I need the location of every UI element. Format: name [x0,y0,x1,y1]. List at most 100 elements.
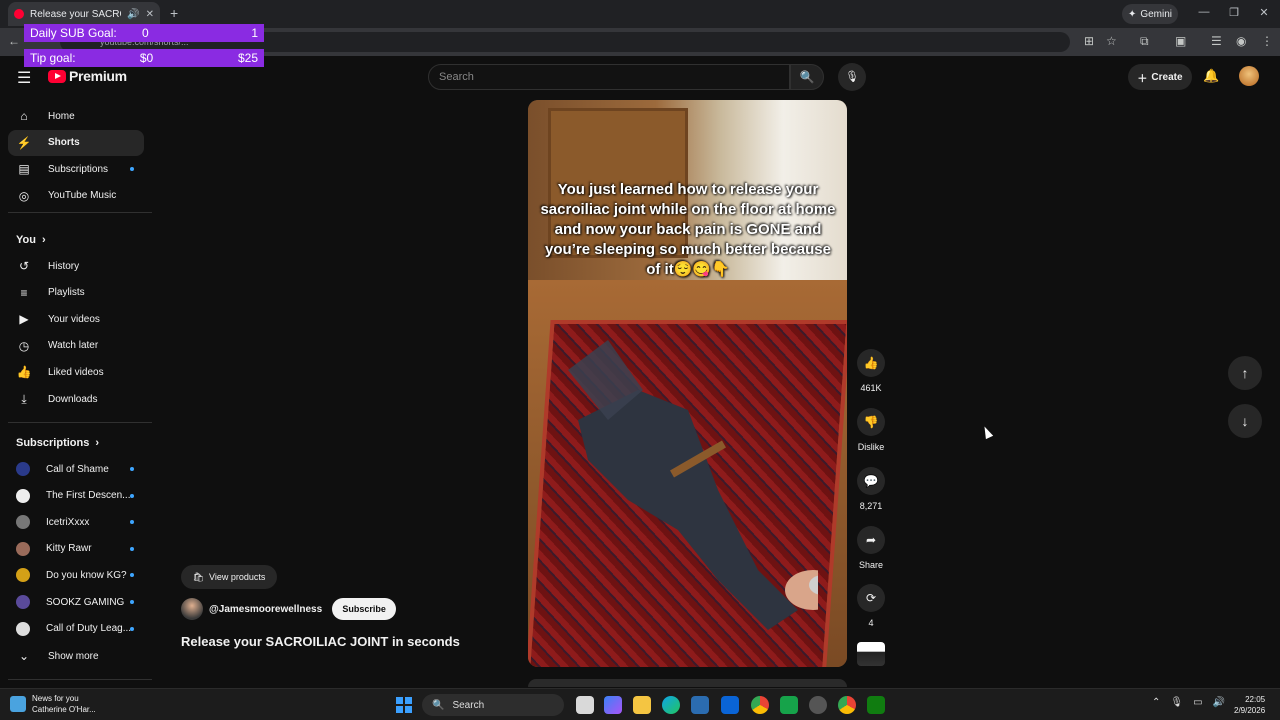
gemini-button[interactable]: ✦ Gemini [1122,4,1178,24]
you-section-header[interactable]: You › [16,234,46,246]
dislike-action[interactable]: 👎 Dislike [857,408,885,452]
sidebar-item-call-of-duty-leag[interactable]: Call of Duty Leag... [8,616,144,642]
sidebar-item-sookz-gaming[interactable]: SOOKZ GAMING [8,589,144,615]
previous-short-button[interactable]: ↑ [1228,356,1262,390]
new-content-dot [130,520,134,525]
short-title: Release your SACROILIAC JOINT in seconds [181,634,460,649]
sidebar: ⌂ Home ⚡ Shorts ▤ Subscriptions ◎ YouTube Music… [0,100,154,685]
chrome-icon-2[interactable] [838,696,856,714]
tab-close-icon[interactable]: ✕ [146,9,154,20]
watch-later-icon: ◷ [18,338,30,353]
voice-search-button[interactable]: 🎙 [838,63,866,91]
news-widget[interactable]: News for you Catherine O'Har... [10,693,96,715]
bookmark-star-icon[interactable]: ☆ [1106,34,1117,48]
comment-icon[interactable]: 💬 [857,467,885,495]
minimize-button[interactable]: — [1194,6,1214,18]
search-input[interactable]: Search [428,64,790,90]
sidebar-item-shorts[interactable]: ⚡ Shorts [8,129,144,156]
xbox-icon[interactable] [867,696,885,714]
sidebar-item-call-of-shame[interactable]: Call of Shame [8,456,144,482]
new-tab-button[interactable]: + [170,5,178,21]
share-label: Share [858,560,884,570]
sidebar-item-label: Shorts [48,137,80,149]
copilot-icon[interactable] [604,696,622,714]
windows-start-icon[interactable] [396,697,412,713]
sidebar-divider [8,212,152,213]
share-arrow-icon[interactable]: ➦ [857,526,885,554]
subscriptions-section-header[interactable]: Subscriptions › [16,437,99,449]
store-icon[interactable] [691,696,709,714]
thumbs-up-icon[interactable]: 👍 [857,349,885,377]
remix-icon[interactable]: ⟳ [857,584,885,612]
remix-action[interactable]: ⟳ 4 [857,584,885,628]
mic-icon: 🎙 [845,71,859,83]
back-arrow-icon[interactable]: ← [8,34,20,48]
sound-thumbnail[interactable] [857,642,885,666]
sidebar-item-label: YouTube Music [48,190,117,202]
sidebar-item-label: Downloads [48,393,98,405]
app-icon-green[interactable] [780,696,798,714]
close-window-button[interactable]: ✕ [1254,6,1274,19]
mic-icon[interactable]: 🎙 [1170,697,1183,708]
chrome-icon[interactable] [751,696,769,714]
next-short-preview[interactable] [528,679,847,687]
profile-icon[interactable]: ◉ [1236,34,1246,48]
short-video-player[interactable]: You just learned how to release your sac… [528,100,847,667]
sidebar-item-downloads[interactable]: ⤓ Downloads [8,386,144,412]
mouse-cursor-icon [980,424,994,440]
subscribe-button[interactable]: Subscribe [332,598,397,620]
view-products-button[interactable]: 🛍 View products [181,565,277,589]
create-button[interactable]: ＋ Create [1128,64,1192,90]
like-action[interactable]: 👍 461K [857,349,885,393]
hamburger-menu-icon[interactable]: ☰ [17,68,31,88]
sidebar-item-kitty-rawr[interactable]: Kitty Rawr [8,536,144,562]
sidebar-item-icetrixxxx[interactable]: IcetriXxxx [8,509,144,535]
comments-action[interactable]: 💬 8,271 [857,467,885,511]
channel-avatar-icon [16,488,30,503]
outlook-icon[interactable] [721,696,739,714]
notifications-bell-icon[interactable]: 🔔 [1203,68,1219,84]
sidebar-item-subscriptions[interactable]: ▤ Subscriptions [8,156,144,182]
youtube-favicon-icon [14,9,24,19]
file-explorer-icon[interactable] [633,696,651,714]
show-more-button[interactable]: ⌄ Show more [8,643,144,669]
search-button[interactable]: 🔍 [790,64,824,90]
account-avatar[interactable] [1239,66,1259,86]
sidebar-item-home[interactable]: ⌂ Home [8,103,144,129]
edge-icon[interactable] [662,696,680,714]
sidebar-item-liked-videos[interactable]: 👍 Liked videos [8,359,144,385]
install-app-icon[interactable]: ⊞ [1084,34,1094,48]
youtube-logo[interactable]: Premium [48,68,127,84]
channel-avatar[interactable] [181,598,203,620]
sidebar-item-label: Kitty Rawr [46,543,92,555]
clock-date: 2/9/2026 [1234,706,1266,715]
chevron-up-icon[interactable]: ⌃ [1152,697,1160,708]
app-icon-gear[interactable] [809,696,827,714]
browser-menu-icon[interactable]: ⋮ [1261,34,1273,48]
reading-list-icon[interactable]: ☰ [1211,34,1222,48]
channel-avatar-icon [16,541,30,556]
sidebar-item-youtube-music[interactable]: ◎ YouTube Music [8,183,144,209]
next-short-button[interactable]: ↓ [1228,404,1262,438]
sidebar-item-your-videos[interactable]: ▶ Your videos [8,306,144,332]
sidebar-item-watch-later[interactable]: ◷ Watch later [8,333,144,359]
taskbar-search[interactable]: 🔍 Search [422,694,564,716]
chevron-right-icon: › [95,437,100,449]
split-view-icon[interactable]: ▣ [1175,34,1186,48]
share-action[interactable]: ➦ Share [857,526,885,570]
sidebar-item-history[interactable]: ↺ History [8,253,144,279]
thumbs-down-icon[interactable]: 👎 [857,408,885,436]
sidebar-item-do-you-know-kg[interactable]: Do you know KG? [8,562,144,588]
clock[interactable]: 22:05 2/9/2026 [1234,694,1265,716]
sidebar-item-playlists[interactable]: ≡ Playlists [8,280,144,306]
browser-tab[interactable]: Release your SACROILIAC J 🔊 ✕ [8,2,160,26]
sidebar-item-the-first-descen[interactable]: The First Descen... [8,483,144,509]
maximize-button[interactable]: ❐ [1224,6,1244,19]
tab-audio-icon[interactable]: 🔊 [127,9,139,20]
channel-name[interactable]: @Jamesmoorewellness [209,604,322,615]
network-icon[interactable]: ▭ [1193,697,1202,708]
task-view-icon[interactable] [576,696,594,714]
volume-icon[interactable]: 🔊 [1213,697,1225,708]
extensions-icon[interactable]: ⧉ [1140,34,1149,49]
sidebar-divider [8,422,152,423]
